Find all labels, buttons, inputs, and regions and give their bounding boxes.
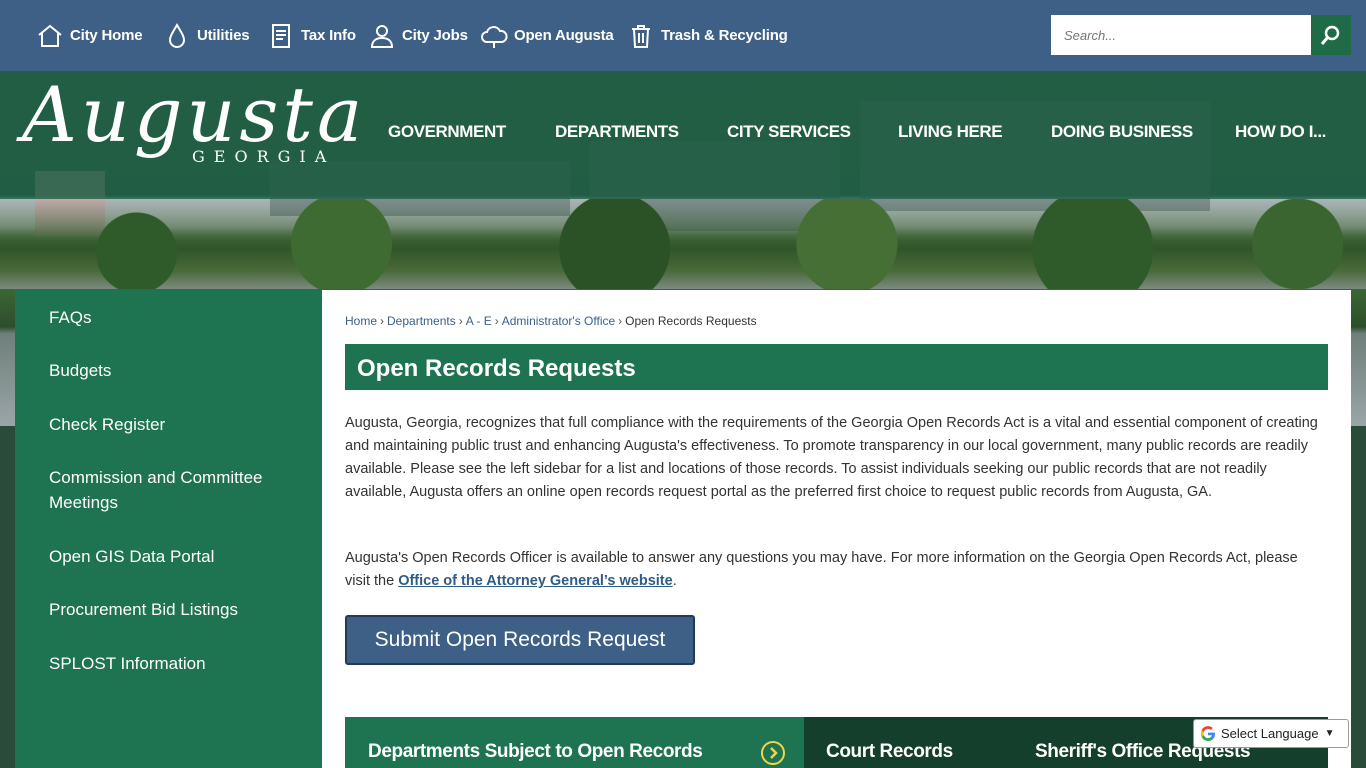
sidebar-item-splost[interactable]: SPLOST Information: [49, 651, 299, 676]
util-label: Trash & Recycling: [661, 27, 788, 44]
site-logo[interactable]: Augusta GEORGIA: [22, 77, 362, 195]
breadcrumb-current: Open Records Requests: [625, 314, 757, 328]
nav-living-here[interactable]: LIVING HERE: [898, 71, 1003, 193]
logo-sub: GEORGIA: [192, 147, 336, 166]
util-link-open-augusta[interactable]: Open Augusta: [480, 0, 614, 71]
util-link-city-jobs[interactable]: City Jobs: [368, 0, 468, 71]
tile-departments-open-records[interactable]: Departments Subject to Open Records: [345, 717, 804, 768]
main-content: Home › Departments › A - E › Administrator's O…: [322, 290, 1351, 768]
google-icon: [1200, 725, 1215, 741]
sidebar-item-faqs[interactable]: FAQs: [49, 305, 299, 330]
language-select-label: Select Language: [1221, 726, 1319, 741]
util-link-utilities[interactable]: Utilities: [163, 0, 250, 71]
quick-tiles: Departments Subject to Open Records Cour…: [345, 717, 1328, 768]
sidebar: FAQs Budgets Check Register Commission a…: [15, 290, 322, 768]
logo-script: Augusta: [22, 71, 367, 159]
nav-city-services[interactable]: CITY SERVICES: [727, 71, 851, 193]
breadcrumb-home[interactable]: Home: [345, 314, 377, 328]
sidebar-item-budgets[interactable]: Budgets: [49, 358, 299, 383]
util-link-tax-info[interactable]: Tax Info: [267, 0, 356, 71]
caret-down-icon: ▼: [1324, 728, 1335, 739]
breadcrumb-a-e[interactable]: A - E: [466, 314, 492, 328]
util-label: City Home: [70, 27, 143, 44]
circle-arrow-icon: [761, 741, 785, 765]
trash-icon: [632, 24, 650, 48]
breadcrumb-departments[interactable]: Departments: [387, 314, 456, 328]
util-label: Tax Info: [301, 27, 356, 44]
breadcrumb-separator: ›: [494, 314, 499, 328]
tile-label: Departments Subject to Open Records: [368, 741, 703, 762]
breadcrumb-separator: ›: [618, 314, 623, 328]
util-link-trash-recycling[interactable]: Trash & Recycling: [627, 0, 788, 71]
home-icon: [38, 24, 62, 47]
sidebar-item-open-gis[interactable]: Open GIS Data Portal: [49, 544, 299, 569]
util-label: Utilities: [197, 27, 250, 44]
breadcrumb: Home › Departments › A - E › Administrator's O…: [345, 314, 757, 328]
breadcrumb-separator: ›: [380, 314, 385, 328]
sidebar-item-check-register[interactable]: Check Register: [49, 412, 299, 437]
util-label: City Jobs: [402, 27, 468, 44]
sidebar-item-commission-meetings[interactable]: Commission and Committee Meetings: [49, 465, 299, 515]
water-drop-icon: [168, 22, 186, 48]
officer-paragraph: Augusta's Open Records Officer is availa…: [345, 547, 1320, 593]
attorney-general-link[interactable]: Office of the Attorney General’s website: [398, 573, 673, 589]
breadcrumb-administrators-office[interactable]: Administrator's Office: [502, 314, 615, 328]
util-link-city-home[interactable]: City Home: [36, 0, 143, 71]
search-button[interactable]: [1311, 15, 1351, 55]
submit-open-records-button[interactable]: Submit Open Records Request: [345, 615, 695, 665]
page-title: Open Records Requests: [357, 355, 636, 382]
person-icon: [370, 24, 394, 48]
sidebar-item-procurement[interactable]: Procurement Bid Listings: [49, 597, 299, 622]
nav-how-do-i[interactable]: HOW DO I...: [1235, 71, 1326, 193]
search-input[interactable]: [1051, 15, 1311, 55]
breadcrumb-separator: ›: [458, 314, 463, 328]
page-title-bar: Open Records Requests: [345, 344, 1328, 390]
cloud-icon: [481, 25, 508, 48]
util-label: Open Augusta: [514, 27, 614, 44]
tree-line-image: [0, 199, 1366, 289]
utility-bar: City Home Utilities Tax Info City Jobs O…: [0, 0, 1366, 71]
document-icon: [272, 23, 290, 48]
nav-government[interactable]: GOVERNMENT: [388, 71, 506, 193]
officer-text-end: .: [672, 573, 677, 589]
search-icon: [1320, 25, 1340, 45]
nav-doing-business[interactable]: DOING BUSINESS: [1051, 71, 1193, 193]
intro-paragraph: Augusta, Georgia, recognizes that full c…: [345, 415, 1318, 500]
language-select[interactable]: Select Language ▼: [1193, 719, 1349, 748]
tile-court-records[interactable]: Court Records: [826, 741, 953, 763]
nav-departments[interactable]: DEPARTMENTS: [555, 71, 679, 193]
